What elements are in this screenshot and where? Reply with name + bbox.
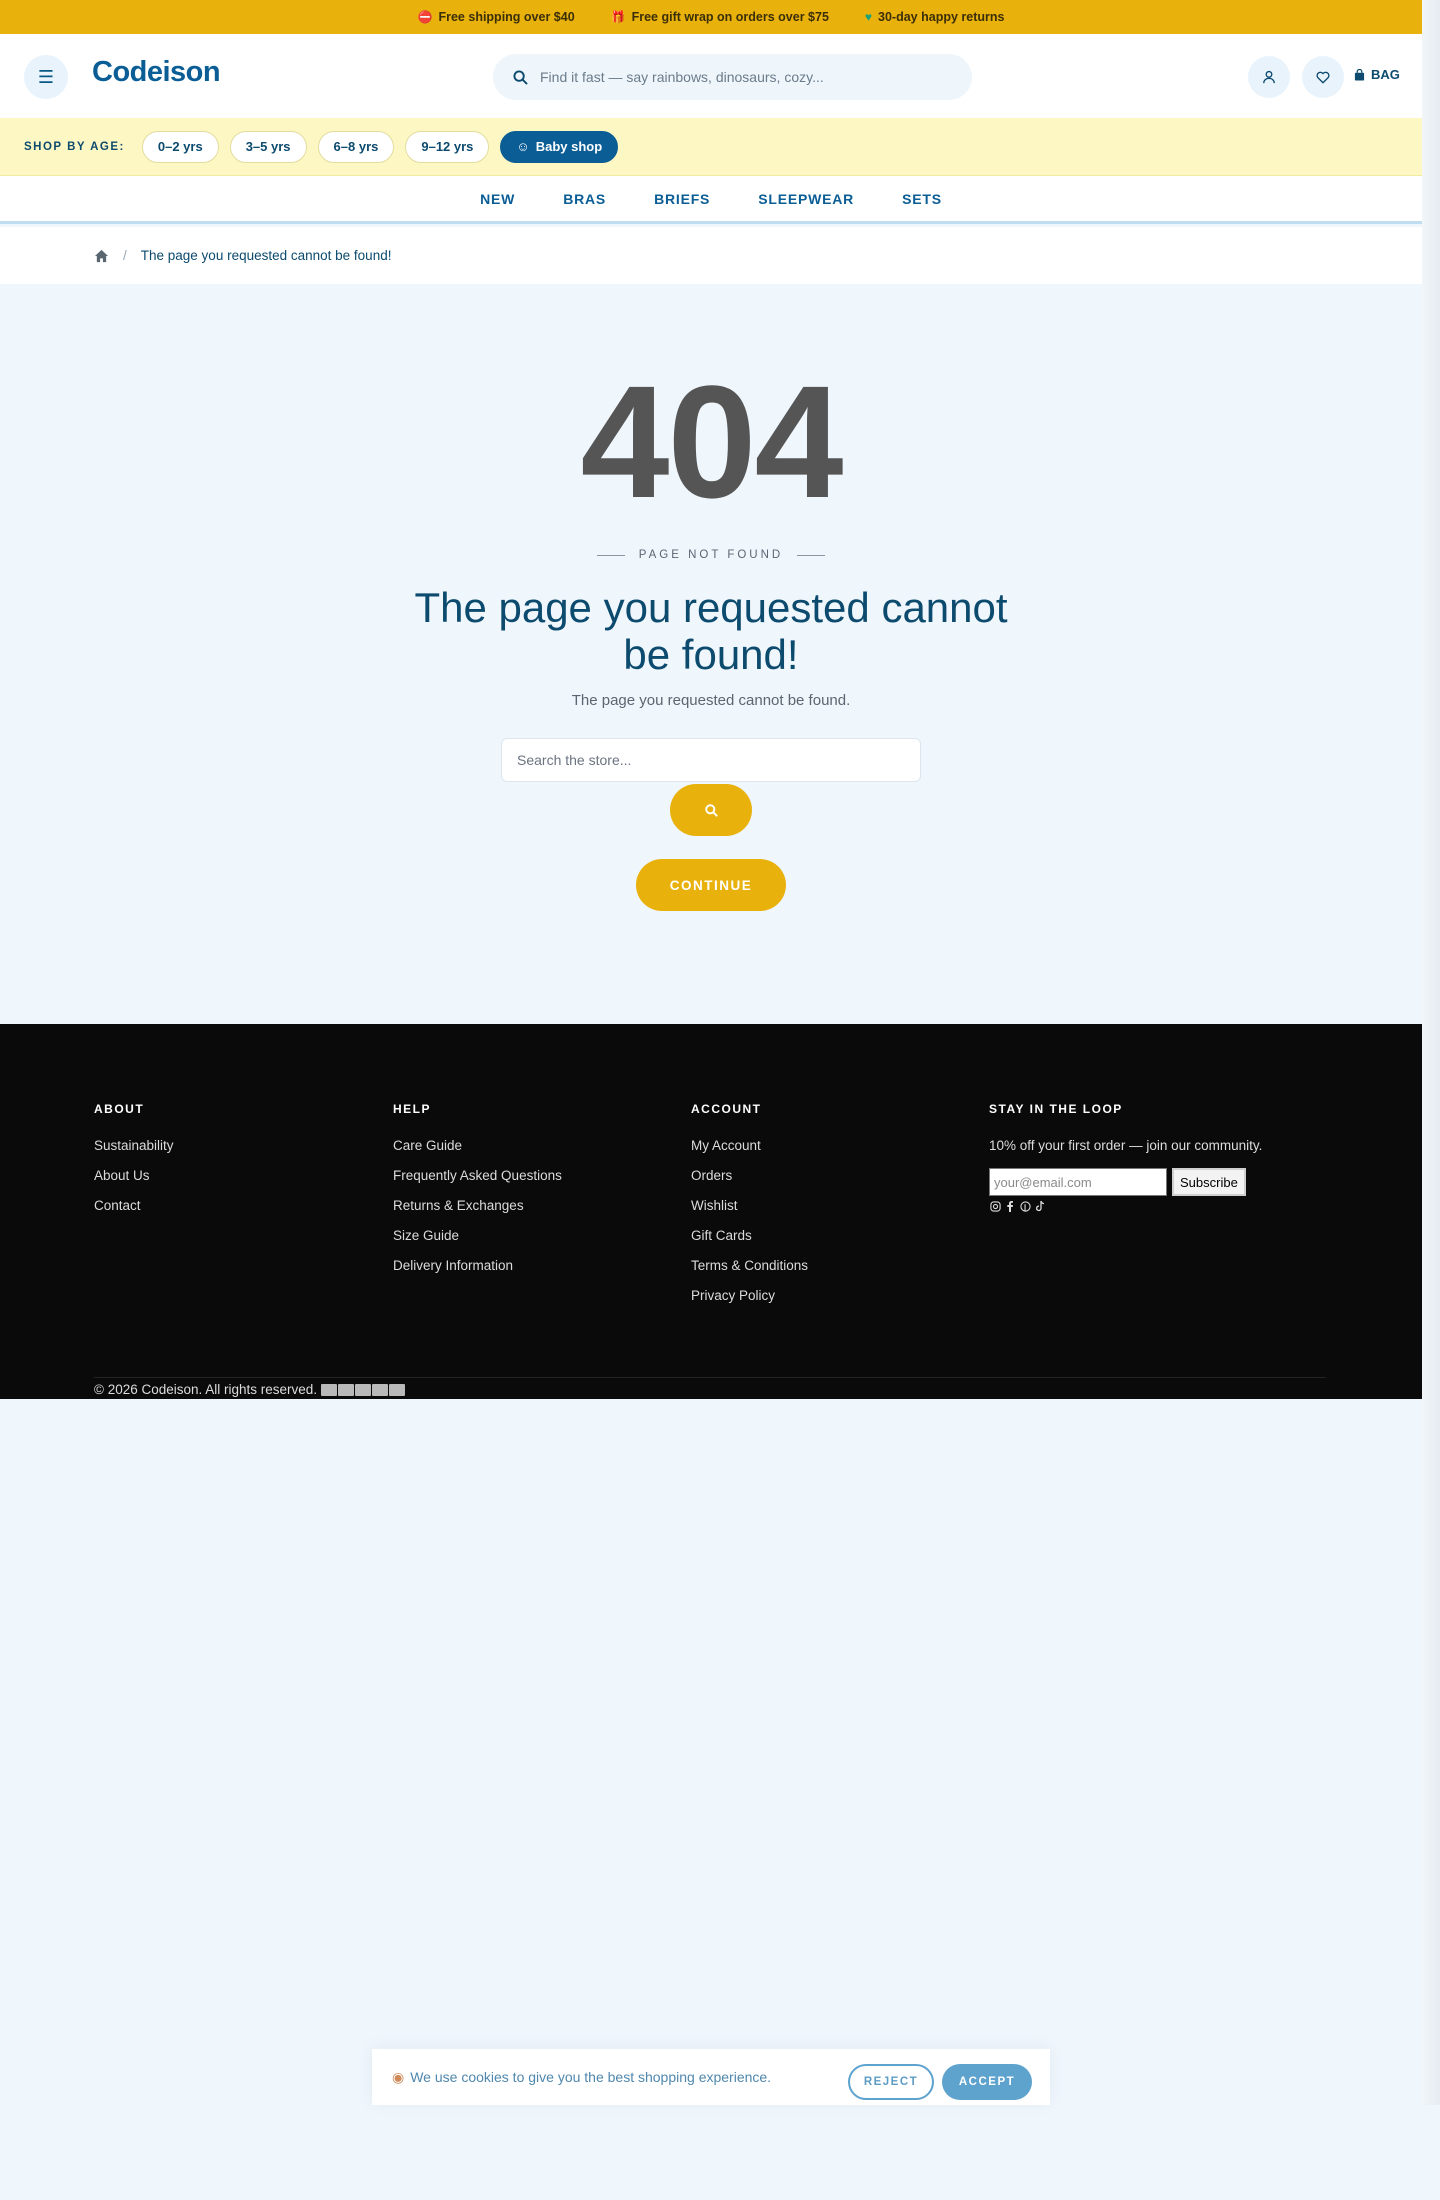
baby-shop-chip[interactable]: ☺ Baby shop	[500, 130, 619, 163]
announcement-item: ♥ 30-day happy returns	[864, 10, 1005, 24]
heart-icon: ♥	[864, 10, 873, 24]
cookie-icon: ◉	[392, 2068, 405, 2085]
footer-link[interactable]: Terms & Conditions	[691, 1258, 808, 1273]
mastercard-icon	[338, 1383, 355, 1396]
visa-icon	[321, 1383, 338, 1396]
apple-pay-icon	[389, 1383, 406, 1396]
bag-icon	[1354, 68, 1365, 80]
footer-link[interactable]: Returns & Exchanges	[393, 1198, 562, 1213]
announcement-item: ⛔ Free shipping over $40	[417, 10, 575, 24]
payment-icons	[321, 1383, 406, 1396]
wishlist-button[interactable]	[1302, 56, 1344, 98]
footer-heading: HELP	[393, 1102, 432, 1116]
page-title: The page you requested cannot be found!	[414, 584, 1008, 678]
header-search-input[interactable]	[540, 69, 940, 85]
facebook-icon[interactable]	[1004, 1200, 1016, 1212]
shop-by-age-bar: SHOP BY AGE: 0–2 yrs 3–5 yrs 6–8 yrs 9–1…	[0, 118, 1422, 176]
bag-button[interactable]: BAG	[1354, 67, 1400, 82]
amex-icon	[355, 1383, 372, 1396]
footer-link[interactable]: Wishlist	[691, 1198, 808, 1213]
nav-item-sleepwear[interactable]: SLEEPWEAR	[758, 191, 854, 207]
cookie-reject-button[interactable]: REJECT	[848, 2064, 934, 2100]
copyright: © 2026 Codeison. All rights reserved.	[94, 1382, 318, 1397]
eyebrow-line	[797, 554, 826, 556]
eyebrow-line	[596, 554, 625, 556]
breadcrumb: / The page you requested cannot be found…	[0, 227, 1422, 284]
nav-item-new[interactable]: NEW	[480, 191, 515, 207]
search-icon	[513, 69, 528, 85]
store-search-button[interactable]	[670, 784, 752, 836]
search-icon	[704, 803, 718, 817]
footer-column-about: ABOUT Sustainability About Us Contact	[94, 1102, 174, 1228]
main-nav: NEW BRAS BRIEFS SLEEPWEAR SETS	[0, 176, 1422, 224]
cookie-message: ◉ We use cookies to give you the best sh…	[392, 2068, 772, 2086]
footer-link[interactable]: Frequently Asked Questions	[393, 1168, 562, 1183]
instagram-icon[interactable]	[989, 1200, 1001, 1212]
age-chip-3-5[interactable]: 3–5 yrs	[229, 130, 307, 163]
footer-column-help: HELP Care Guide Frequently Asked Questio…	[393, 1102, 562, 1288]
tiktok-icon[interactable]	[1034, 1200, 1046, 1212]
cookie-accept-button[interactable]: ACCEPT	[942, 2064, 1032, 2100]
shop-by-age-label: SHOP BY AGE:	[24, 140, 125, 153]
footer-link[interactable]: Privacy Policy	[691, 1288, 808, 1303]
user-icon	[1263, 70, 1275, 84]
account-button[interactable]	[1248, 56, 1290, 98]
heart-outline-icon	[1316, 71, 1330, 83]
paypal-icon	[372, 1383, 389, 1396]
footer-heading: ABOUT	[94, 1102, 145, 1116]
footer-column-newsletter: STAY IN THE LOOP 10% off your first orde…	[989, 1102, 1262, 1212]
home-icon[interactable]	[94, 249, 109, 263]
page-scrollbar[interactable]	[1422, 0, 1440, 2105]
announcement-item: 🎁 Free gift wrap on orders over $75	[610, 10, 829, 24]
footer-link[interactable]: Delivery Information	[393, 1258, 562, 1273]
nav-item-sets[interactable]: SETS	[902, 191, 942, 207]
footer-bottom: © 2026 Codeison. All rights reserved.	[94, 1377, 1326, 1397]
nav-item-bras[interactable]: BRAS	[563, 191, 606, 207]
site-header: ☰ Codeison BAG	[0, 34, 1422, 118]
not-found-section: 404 PAGE NOT FOUND The page you requeste…	[0, 284, 1422, 1024]
header-search[interactable]	[493, 54, 972, 100]
error-subtext: The page you requested cannot be found.	[571, 692, 851, 709]
announcement-bar: ⛔ Free shipping over $40 🎁 Free gift wra…	[0, 0, 1422, 34]
footer-link[interactable]: My Account	[691, 1138, 808, 1153]
menu-button[interactable]: ☰	[24, 55, 68, 99]
truck-icon: ⛔	[417, 10, 433, 24]
age-chip-9-12[interactable]: 9–12 yrs	[405, 130, 490, 163]
newsletter-form: Subscribe	[989, 1168, 1262, 1196]
footer-link[interactable]: Sustainability	[94, 1138, 174, 1153]
footer-link[interactable]: Contact	[94, 1198, 174, 1213]
newsletter-email-input[interactable]	[989, 1168, 1167, 1196]
footer-link[interactable]: About Us	[94, 1168, 174, 1183]
continue-button[interactable]: CONTINUE	[636, 859, 786, 911]
breadcrumb-separator: /	[123, 248, 127, 263]
baby-icon: ☺	[516, 139, 530, 154]
footer-link[interactable]: Orders	[691, 1168, 808, 1183]
footer-link[interactable]: Size Guide	[393, 1228, 562, 1243]
newsletter-text: 10% off your first order — join our comm…	[989, 1138, 1263, 1153]
error-code: 404	[580, 352, 844, 531]
social-links	[989, 1200, 1262, 1212]
footer-heading: STAY IN THE LOOP	[989, 1102, 1123, 1116]
gift-icon: 🎁	[610, 10, 626, 24]
error-eyebrow: PAGE NOT FOUND	[0, 549, 1422, 561]
age-chip-6-8[interactable]: 6–8 yrs	[317, 130, 395, 163]
nav-item-briefs[interactable]: BRIEFS	[654, 191, 710, 207]
hamburger-icon: ☰	[37, 66, 55, 87]
site-footer: ABOUT Sustainability About Us Contact HE…	[0, 1024, 1422, 1399]
breadcrumb-current: The page you requested cannot be found!	[140, 248, 392, 263]
cookie-banner: ◉ We use cookies to give you the best sh…	[372, 2049, 1050, 2105]
subscribe-button[interactable]: Subscribe	[1172, 1168, 1246, 1196]
site-logo[interactable]: Codeison	[92, 56, 221, 89]
footer-column-account: ACCOUNT My Account Orders Wishlist Gift …	[691, 1102, 808, 1318]
footer-link[interactable]: Care Guide	[393, 1138, 562, 1153]
footer-heading: ACCOUNT	[691, 1102, 762, 1116]
age-chip-0-2[interactable]: 0–2 yrs	[141, 130, 219, 163]
pinterest-icon[interactable]	[1019, 1200, 1031, 1212]
footer-link[interactable]: Gift Cards	[691, 1228, 808, 1243]
store-search-input[interactable]	[501, 738, 921, 782]
